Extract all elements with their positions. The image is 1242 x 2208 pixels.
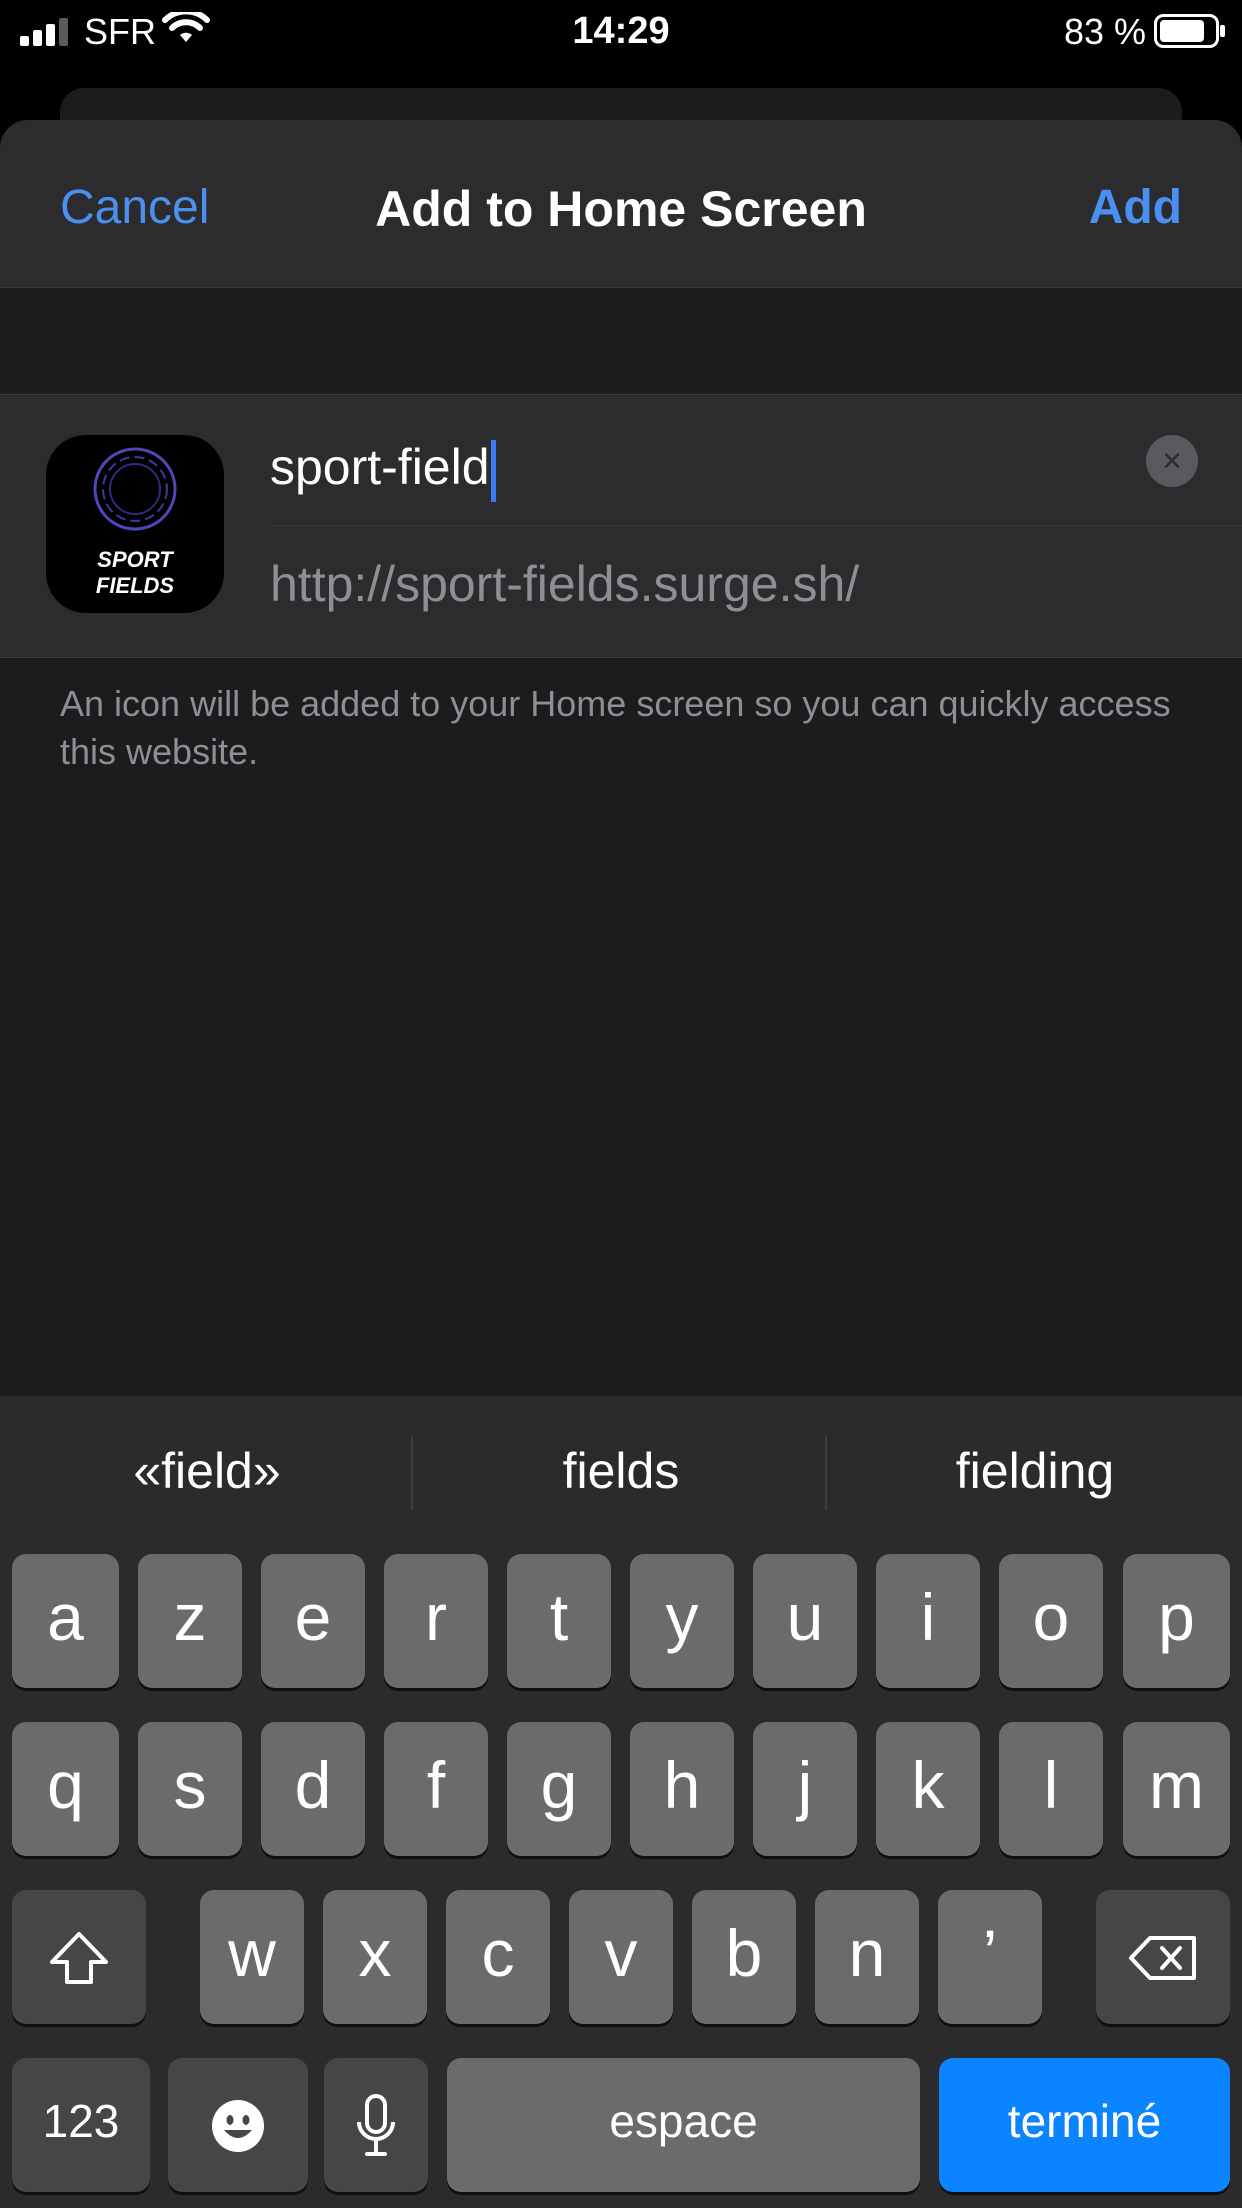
- suggestion-item[interactable]: fields: [414, 1426, 828, 1516]
- key-z[interactable]: z: [138, 1554, 242, 1688]
- suggestion-divider: [825, 1436, 827, 1510]
- delete-key[interactable]: [1096, 1890, 1230, 2024]
- app-icon: SPORT FIELDS: [46, 435, 224, 613]
- key-g[interactable]: g: [507, 1722, 611, 1856]
- key-i[interactable]: i: [876, 1554, 980, 1688]
- app-icon-label: SPORT FIELDS: [95, 547, 175, 598]
- dictation-key[interactable]: [324, 2058, 428, 2192]
- shift-key[interactable]: [12, 1890, 146, 2024]
- clock: 14:29: [572, 10, 670, 52]
- key-v[interactable]: v: [569, 1890, 673, 2024]
- key-x[interactable]: x: [323, 1890, 427, 2024]
- shift-icon: [50, 1932, 108, 1984]
- screen: SFR 14:29 83 % Cancel Add to Home Screen…: [0, 0, 1242, 2208]
- key-u[interactable]: u: [753, 1554, 857, 1688]
- key-d[interactable]: d: [261, 1722, 365, 1856]
- name-field-value: sport-field: [270, 439, 490, 495]
- suggestion-bar: «field» fields fielding: [0, 1396, 1242, 1546]
- key-p[interactable]: p: [1123, 1554, 1230, 1688]
- status-bar: SFR 14:29 83 %: [0, 0, 1242, 62]
- key-e[interactable]: e: [261, 1554, 365, 1688]
- name-field[interactable]: sport-field: [270, 431, 1120, 503]
- key-c[interactable]: c: [446, 1890, 550, 2024]
- url-text: http://sport-fields.surge.sh/: [270, 556, 860, 612]
- battery-percent: 83 %: [1063, 11, 1146, 52]
- microphone-icon: [357, 2094, 395, 2156]
- nav-bar: Cancel Add to Home Screen Add: [0, 120, 1242, 288]
- add-button[interactable]: Add: [1089, 180, 1182, 235]
- field-divider: [270, 525, 1242, 526]
- key-b[interactable]: b: [692, 1890, 796, 2024]
- emoji-key[interactable]: [168, 2058, 308, 2192]
- key-s[interactable]: s: [138, 1722, 242, 1856]
- key-y[interactable]: y: [630, 1554, 734, 1688]
- key-l[interactable]: l: [999, 1722, 1103, 1856]
- key-h[interactable]: h: [630, 1722, 734, 1856]
- keyboard: «field» fields fielding a z e r t y u i …: [0, 1396, 1242, 2208]
- key-j[interactable]: j: [753, 1722, 857, 1856]
- key-apostrophe[interactable]: ’: [938, 1890, 1042, 2024]
- key-r[interactable]: r: [384, 1554, 488, 1688]
- backspace-icon: [1129, 1936, 1196, 1980]
- info-text: An icon will be added to your Home scree…: [60, 683, 1171, 772]
- key-q[interactable]: q: [12, 1722, 119, 1856]
- text-caret: [490, 439, 496, 502]
- suggestion-divider: [411, 1436, 413, 1510]
- battery-icon: [1154, 14, 1225, 48]
- key-a[interactable]: a: [12, 1554, 119, 1688]
- key-f[interactable]: f: [384, 1722, 488, 1856]
- numbers-key[interactable]: 123: [12, 2058, 150, 2192]
- suggestion-item[interactable]: «field»: [0, 1426, 414, 1516]
- cancel-button[interactable]: Cancel: [60, 180, 209, 235]
- key-o[interactable]: o: [999, 1554, 1103, 1688]
- done-key[interactable]: terminé: [939, 2058, 1230, 2192]
- key-m[interactable]: m: [1123, 1722, 1230, 1856]
- suggestion-item[interactable]: fielding: [828, 1426, 1242, 1516]
- key-t[interactable]: t: [507, 1554, 611, 1688]
- clear-icon: ×: [1162, 442, 1182, 480]
- key-n[interactable]: n: [815, 1890, 919, 2024]
- key-w[interactable]: w: [200, 1890, 304, 2024]
- space-key[interactable]: espace: [447, 2058, 920, 2192]
- clear-text-button[interactable]: ×: [1146, 435, 1198, 487]
- emoji-icon: [212, 2100, 264, 2152]
- key-k[interactable]: k: [876, 1722, 980, 1856]
- bookmark-form: SPORT FIELDS sport-field × http://sport-f…: [0, 394, 1242, 658]
